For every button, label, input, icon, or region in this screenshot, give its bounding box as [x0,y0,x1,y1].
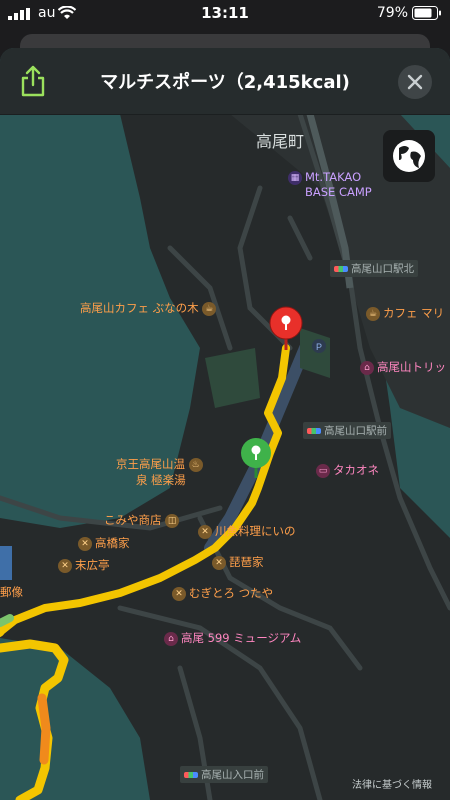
building-icon: ▦ [288,170,302,185]
legal-link[interactable]: 法律に基づく情報 [352,776,432,791]
station-label[interactable]: 高尾山入口前 [180,766,268,783]
poi-cafe-bunanoki[interactable]: 高尾山カフェ ぶなの木 ☕ [80,300,219,316]
poi-onsen[interactable]: 京王高尾山温 ♨ 泉 極楽湯 [116,456,206,488]
map-header: マルチスポーツ（2,415kcal) [0,48,450,115]
poi-trick-art[interactable]: ⌂ 高尾山トリッ [360,359,446,375]
spa-icon: ♨ [188,457,203,472]
poi-599-museum[interactable]: ⌂ 高尾 599 ミュージアム [164,630,301,646]
workout-title: マルチスポーツ（2,415kcal) [100,72,350,93]
route-path-trail [0,627,69,800]
battery-icon [412,6,441,20]
parking-icon: P [312,339,326,353]
poi-left-edge[interactable]: 郵像 [0,584,23,600]
park-area [205,348,260,408]
poi-label-2: BASE CAMP [305,184,372,199]
svg-text:P: P [316,342,322,352]
restaurant-icon: ✕ [172,586,186,601]
globe-icon [393,140,425,172]
route-map[interactable]: P マルチスポーツ（2,415kcal) 高尾町 ▦ Mt.TAKAO BASE … [0,48,450,800]
museum-icon: ⌂ [360,360,374,375]
shop-icon: ◫ [165,513,180,528]
poi-base-camp[interactable]: ▦ Mt.TAKAO BASE CAMP [288,170,372,199]
station-label[interactable]: 高尾山口駅北 [330,260,418,277]
poi-takaone[interactable]: ▭ タカオネ [316,462,379,478]
close-icon [407,74,423,90]
poi-tsutaya[interactable]: ✕ むぎとろ つたや [172,585,273,601]
restaurant-icon: ✕ [78,536,92,551]
map-mode-button[interactable] [383,130,435,182]
poi-kawauo[interactable]: ✕ 川魚料理にいの [198,523,296,539]
poi-label: Mt.TAKAO [305,170,362,184]
close-button[interactable] [398,65,432,99]
transit-icon [184,772,198,778]
transit-icon [307,428,321,434]
cafe-icon: ☕ [202,301,217,316]
poi-komiya[interactable]: こみや商店 ◫ [104,512,182,528]
status-bar: au 13:11 79% [0,0,450,28]
cafe-icon: ☕ [366,306,380,321]
station-label[interactable]: 高尾山口駅前 [303,422,391,439]
restaurant-icon: ✕ [58,558,72,573]
area-label: 高尾町 [256,132,305,151]
restaurant-icon: ✕ [198,524,212,539]
poi-biwaya[interactable]: ✕ 琵琶家 [212,554,264,570]
battery-percent: 79% [376,5,408,21]
hotel-icon: ▭ [316,463,330,478]
poi-suehirotei[interactable]: ✕ 末広亭 [58,557,110,573]
restaurant-icon: ✕ [212,555,226,570]
transit-icon [334,266,348,272]
poi-cafe-mari[interactable]: ☕ カフェ マリ [366,305,444,321]
route-path-green [0,614,14,627]
building-blue [0,546,12,580]
museum-icon: ⌂ [164,631,178,646]
route-path-hot [37,693,51,765]
poi-takahashiya[interactable]: ✕ 高橋家 [78,535,130,551]
